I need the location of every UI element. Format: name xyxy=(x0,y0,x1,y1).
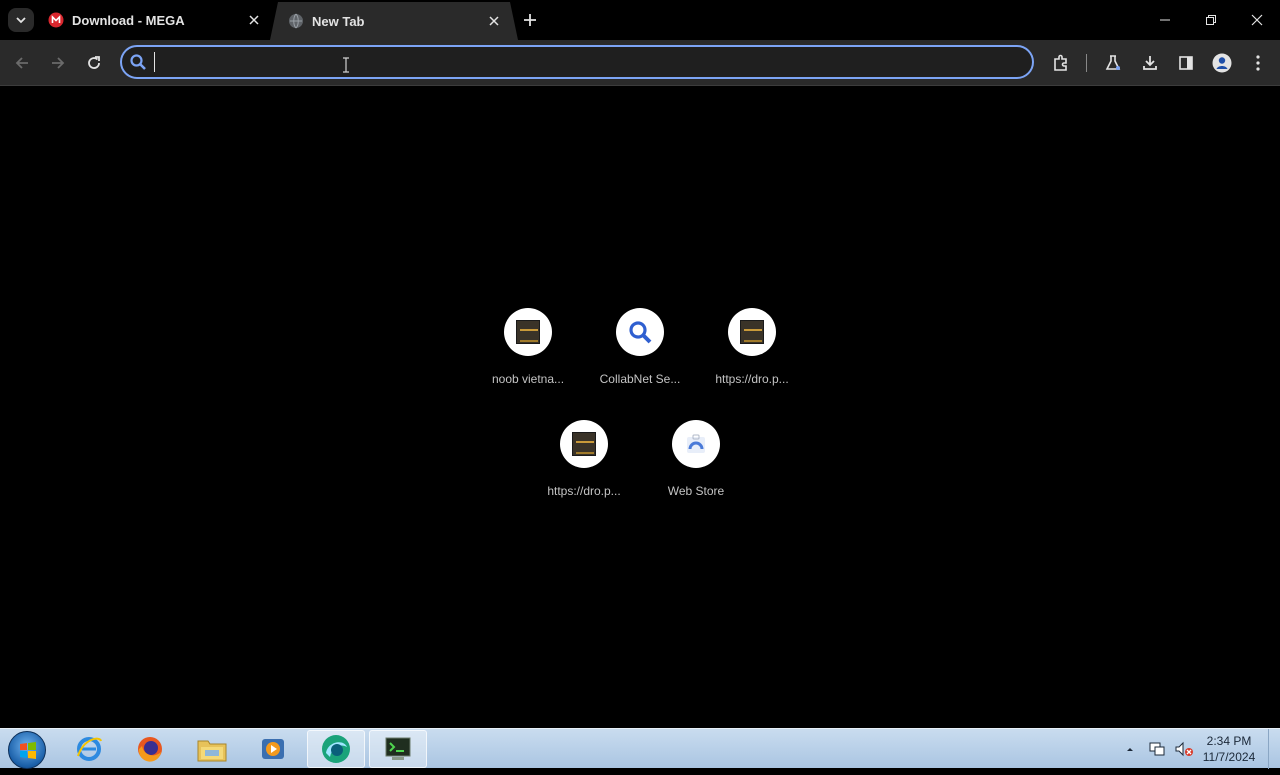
arrow-left-icon xyxy=(15,57,28,69)
shortcut-tile[interactable]: CollabNet Se... xyxy=(584,308,696,412)
shortcut-tile[interactable]: noob vietna... xyxy=(472,308,584,412)
forward-button[interactable] xyxy=(46,51,70,75)
shortcut-label: https://dro.p... xyxy=(715,372,789,386)
shortcut-icon-circle xyxy=(728,308,776,356)
taskbar-media-player[interactable] xyxy=(244,730,302,768)
extensions-icon xyxy=(1054,54,1067,71)
omnibox-input[interactable] xyxy=(154,52,1014,72)
chevron-down-icon xyxy=(16,17,26,24)
close-icon xyxy=(1251,14,1263,26)
site-thumbnail-icon xyxy=(572,432,596,456)
plus-icon xyxy=(524,14,536,26)
shortcut-icon-circle xyxy=(560,420,608,468)
show-hidden-icons-icon[interactable] xyxy=(1124,743,1136,755)
system-tray xyxy=(1124,729,1194,769)
tab-download-mega[interactable]: Download - MEGA xyxy=(48,0,268,40)
taskbar-clock[interactable]: 2:34 PM 11/7/2024 xyxy=(1196,733,1262,765)
arrow-right-icon xyxy=(52,57,65,69)
globe-icon xyxy=(288,13,304,29)
taskbar-browser-app[interactable] xyxy=(307,730,365,768)
show-desktop-button[interactable] xyxy=(1268,729,1280,769)
shortcut-tile[interactable]: https://dro.p... xyxy=(528,420,640,524)
tab-title: Download - MEGA xyxy=(72,12,185,28)
volume-muted-icon[interactable] xyxy=(1174,740,1194,758)
tab-search-button[interactable] xyxy=(8,8,34,32)
profile-icon xyxy=(1212,53,1232,73)
minimize-icon xyxy=(1160,19,1170,21)
tab-title: New Tab xyxy=(312,13,365,29)
more-menu-icon xyxy=(1256,55,1260,71)
start-button[interactable] xyxy=(8,731,46,769)
taskbar-internet-explorer[interactable] xyxy=(60,730,118,768)
mega-icon xyxy=(48,12,64,28)
address-bar[interactable] xyxy=(120,45,1034,79)
reload-icon xyxy=(88,56,100,69)
text-cursor-icon xyxy=(343,57,349,73)
labs-icon xyxy=(1105,55,1121,70)
shortcut-icon-circle xyxy=(504,308,552,356)
new-tab-button[interactable] xyxy=(520,10,540,30)
shortcut-tile[interactable]: https://dro.p... xyxy=(696,308,808,412)
labs-button[interactable] xyxy=(1101,51,1125,75)
restore-button[interactable] xyxy=(1199,8,1223,32)
close-tab-button[interactable] xyxy=(486,13,502,29)
media-player-icon xyxy=(262,739,284,759)
network-icon[interactable] xyxy=(1148,740,1166,758)
site-thumbnail-icon xyxy=(740,320,764,344)
minimize-button[interactable] xyxy=(1153,8,1177,32)
toolbar-divider xyxy=(1086,54,1087,72)
web-store-icon xyxy=(687,434,705,453)
terminal-app-icon xyxy=(385,737,411,760)
file-explorer-icon xyxy=(197,740,227,762)
browser-app-icon xyxy=(322,735,350,763)
search-icon xyxy=(629,321,652,344)
clock-time: 2:34 PM xyxy=(1206,734,1252,748)
more-menu-button[interactable] xyxy=(1246,51,1270,75)
taskbar-terminal-app[interactable] xyxy=(369,730,427,768)
shortcut-label: https://dro.p... xyxy=(547,484,621,498)
search-icon xyxy=(130,54,146,70)
reload-button[interactable] xyxy=(82,51,106,75)
shortcut-tile[interactable]: Web Store xyxy=(640,420,752,524)
shortcut-label: noob vietna... xyxy=(491,372,565,386)
shortcut-icon-circle xyxy=(672,420,720,468)
taskbar: 2:34 PM 11/7/2024 xyxy=(0,728,1280,769)
site-thumbnail-icon xyxy=(516,320,540,344)
back-button[interactable] xyxy=(10,51,34,75)
window-close-button[interactable] xyxy=(1245,8,1269,32)
taskbar-file-explorer[interactable] xyxy=(183,730,241,768)
taskbar-firefox[interactable] xyxy=(121,730,179,768)
windows-logo-icon xyxy=(20,742,36,759)
downloads-button[interactable] xyxy=(1138,51,1162,75)
shortcut-icon-circle xyxy=(616,308,664,356)
shortcut-label: CollabNet Se... xyxy=(599,372,681,386)
clock-date: 11/7/2024 xyxy=(1202,750,1256,764)
toolbar xyxy=(0,40,1280,86)
internet-explorer-icon xyxy=(77,737,102,761)
firefox-icon xyxy=(138,737,162,762)
side-panel-button[interactable] xyxy=(1174,51,1198,75)
close-icon xyxy=(249,15,259,25)
restore-icon xyxy=(1206,15,1216,25)
close-tab-button[interactable] xyxy=(246,12,262,28)
profile-button[interactable] xyxy=(1210,51,1234,75)
tab-new-tab[interactable]: New Tab xyxy=(270,2,518,40)
extensions-button[interactable] xyxy=(1049,51,1073,75)
tab-strip: Download - MEGA New Tab xyxy=(0,0,1280,40)
download-icon xyxy=(1143,56,1157,70)
shortcut-label: Web Store xyxy=(667,484,725,498)
close-icon xyxy=(489,16,499,26)
side-panel-icon xyxy=(1179,56,1193,70)
